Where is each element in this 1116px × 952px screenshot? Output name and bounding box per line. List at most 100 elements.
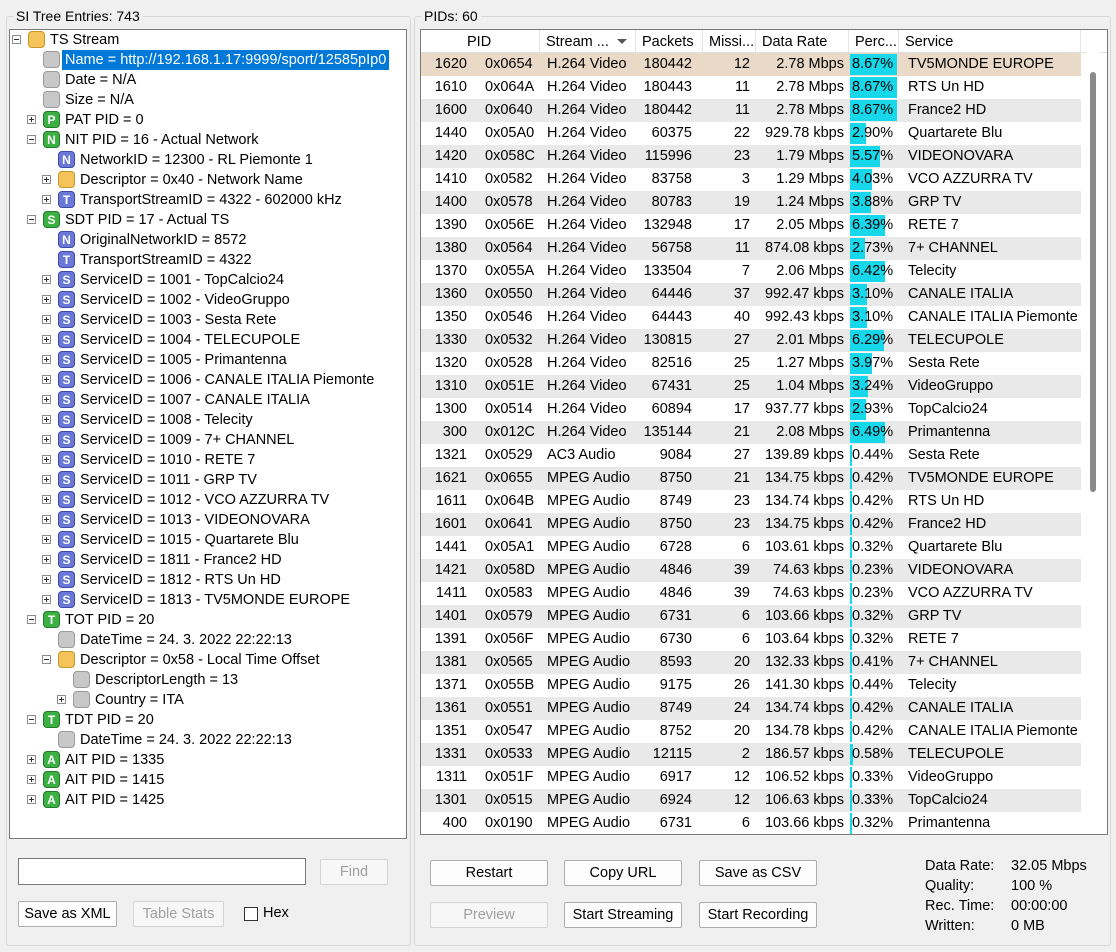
preview-button[interactable]: Preview: [430, 902, 548, 928]
pid-row[interactable]: 1380 0x0564 H.264 Video 56758 11 874.08 kbps 7…: [421, 237, 1081, 260]
expand-icon[interactable]: [42, 375, 51, 384]
pid-grid[interactable]: PID Stream ... Packets Missi... Data Rate Per…: [420, 29, 1108, 835]
pid-row[interactable]: 1611 0x064B MPEG Audio 8749 23 134.74 kbps RTS…: [421, 490, 1081, 513]
expand-icon[interactable]: [42, 355, 51, 364]
expand-icon[interactable]: [57, 695, 66, 704]
expand-icon[interactable]: [42, 535, 51, 544]
pid-row[interactable]: 1400 0x0578 H.264 Video 80783 19 1.24 Mbps GRP…: [421, 191, 1081, 214]
tree-node[interactable]: T TDT PID = 20: [10, 710, 406, 730]
tree-node[interactable]: T TransportStreamID = 4322 - 602000 kHz: [10, 190, 406, 210]
tree-node[interactable]: S ServiceID = 1012 - VCO AZZURRA TV: [10, 490, 406, 510]
tree-node[interactable]: DescriptorLength = 13: [10, 670, 406, 690]
tree-node[interactable]: N NetworkID = 12300 - RL Piemonte 1: [10, 150, 406, 170]
grid-scrollbar-thumb[interactable]: [1090, 72, 1096, 492]
pid-row[interactable]: 1301 0x0515 MPEG Audio 6924 12 106.63 kbps Top…: [421, 789, 1081, 812]
tree-node[interactable]: S ServiceID = 1005 - Primantenna: [10, 350, 406, 370]
expand-icon[interactable]: [42, 195, 51, 204]
col-service-header[interactable]: Service: [899, 30, 1081, 53]
tree-node[interactable]: S ServiceID = 1006 - CANALE ITALIA Piemon…: [10, 370, 406, 390]
pid-row[interactable]: 1610 0x064A H.264 Video 180443 11 2.78 Mbps RT…: [421, 76, 1081, 99]
save-as-xml-button[interactable]: Save as XML: [18, 901, 117, 927]
expand-icon[interactable]: [42, 575, 51, 584]
expand-icon[interactable]: [42, 315, 51, 324]
tree-node[interactable]: T TOT PID = 20: [10, 610, 406, 630]
tree-node[interactable]: S ServiceID = 1813 - TV5MONDE EUROPE: [10, 590, 406, 610]
start-streaming-button[interactable]: Start Streaming: [564, 902, 682, 928]
expand-icon[interactable]: [42, 475, 51, 484]
pid-row[interactable]: 1440 0x05A0 H.264 Video 60375 22 929.78 kbps Q…: [421, 122, 1081, 145]
expand-icon[interactable]: [27, 795, 36, 804]
pid-row[interactable]: 1361 0x0551 MPEG Audio 8749 24 134.74 kbps CAN…: [421, 697, 1081, 720]
col-data-rate-header[interactable]: Data Rate: [756, 30, 849, 53]
expand-icon[interactable]: [42, 455, 51, 464]
expand-icon[interactable]: [42, 555, 51, 564]
tree-node[interactable]: S SDT PID = 17 - Actual TS: [10, 210, 406, 230]
pid-row[interactable]: 1420 0x058C H.264 Video 115996 23 1.79 Mbps VI…: [421, 145, 1081, 168]
tree-node[interactable]: TS Stream: [10, 30, 406, 50]
save-as-csv-button[interactable]: Save as CSV: [699, 860, 817, 886]
collapse-icon[interactable]: [42, 655, 51, 664]
tree-node[interactable]: S ServiceID = 1007 - CANALE ITALIA: [10, 390, 406, 410]
pid-row[interactable]: 1370 0x055A H.264 Video 133504 7 2.06 Mbps Tel…: [421, 260, 1081, 283]
col-percent-header[interactable]: Perc...: [849, 30, 899, 53]
expand-icon[interactable]: [42, 415, 51, 424]
start-recording-button[interactable]: Start Recording: [699, 902, 817, 928]
find-input[interactable]: [18, 858, 306, 885]
collapse-icon[interactable]: [27, 215, 36, 224]
expand-icon[interactable]: [42, 395, 51, 404]
pid-row[interactable]: 1350 0x0546 H.264 Video 64443 40 992.43 kbps C…: [421, 306, 1081, 329]
tree-node[interactable]: S ServiceID = 1013 - VIDEONOVARA: [10, 510, 406, 530]
find-button[interactable]: Find: [320, 859, 388, 885]
table-stats-button[interactable]: Table Stats: [133, 901, 224, 927]
collapse-icon[interactable]: [27, 615, 36, 624]
tree-node[interactable]: S ServiceID = 1812 - RTS Un HD: [10, 570, 406, 590]
pid-row[interactable]: 1391 0x056F MPEG Audio 6730 6 103.64 kbps RETE…: [421, 628, 1081, 651]
hex-checkbox[interactable]: [244, 907, 258, 921]
expand-icon[interactable]: [42, 275, 51, 284]
expand-icon[interactable]: [42, 595, 51, 604]
tree-node[interactable]: N OriginalNetworkID = 8572: [10, 230, 406, 250]
tree-node[interactable]: S ServiceID = 1009 - 7+ CHANNEL: [10, 430, 406, 450]
pid-row[interactable]: 1351 0x0547 MPEG Audio 8752 20 134.78 kbps CAN…: [421, 720, 1081, 743]
expand-icon[interactable]: [42, 515, 51, 524]
col-packets-header[interactable]: Packets: [636, 30, 703, 53]
col-missing-header[interactable]: Missi...: [703, 30, 756, 53]
tree-node[interactable]: S ServiceID = 1811 - France2 HD: [10, 550, 406, 570]
pid-row[interactable]: 300 0x012C H.264 Video 135144 21 2.08 Mbps Pri…: [421, 421, 1081, 444]
tree-node[interactable]: S ServiceID = 1001 - TopCalcio24: [10, 270, 406, 290]
tree-node[interactable]: N NIT PID = 16 - Actual Network: [10, 130, 406, 150]
tree-node[interactable]: Size = N/A: [10, 90, 406, 110]
expand-icon[interactable]: [42, 175, 51, 184]
pid-row[interactable]: 1401 0x0579 MPEG Audio 6731 6 103.66 kbps GRP …: [421, 605, 1081, 628]
collapse-icon[interactable]: [12, 35, 21, 44]
expand-icon[interactable]: [42, 495, 51, 504]
tree-node[interactable]: S ServiceID = 1004 - TELECUPOLE: [10, 330, 406, 350]
pid-row[interactable]: 1410 0x0582 H.264 Video 83758 3 1.29 Mbps VCO …: [421, 168, 1081, 191]
tree-node[interactable]: Descriptor = 0x58 - Local Time Offset: [10, 650, 406, 670]
copy-url-button[interactable]: Copy URL: [564, 860, 682, 886]
tree-node[interactable]: DateTime = 24. 3. 2022 22:22:13: [10, 730, 406, 750]
expand-icon[interactable]: [27, 115, 36, 124]
tree-node[interactable]: S ServiceID = 1008 - Telecity: [10, 410, 406, 430]
tree-node[interactable]: A AIT PID = 1425: [10, 790, 406, 810]
pid-row[interactable]: 400 0x0190 MPEG Audio 6731 6 103.66 kbps Prima…: [421, 812, 1081, 834]
pid-row[interactable]: 1421 0x058D MPEG Audio 4846 39 74.63 kbps VIDE…: [421, 559, 1081, 582]
pid-row[interactable]: 1621 0x0655 MPEG Audio 8750 21 134.75 kbps TV5…: [421, 467, 1081, 490]
expand-icon[interactable]: [27, 775, 36, 784]
expand-icon[interactable]: [27, 755, 36, 764]
pid-row[interactable]: 1320 0x0528 H.264 Video 82516 25 1.27 Mbps Ses…: [421, 352, 1081, 375]
restart-button[interactable]: Restart: [430, 860, 548, 886]
si-tree[interactable]: TS Stream Name = http://192.168.1.17:9999…: [9, 29, 407, 839]
pid-row[interactable]: 1300 0x0514 H.264 Video 60894 17 937.77 kbps T…: [421, 398, 1081, 421]
pid-row[interactable]: 1371 0x055B MPEG Audio 9175 26 141.30 kbps Tel…: [421, 674, 1081, 697]
pid-row[interactable]: 1441 0x05A1 MPEG Audio 6728 6 103.61 kbps Quar…: [421, 536, 1081, 559]
pid-row[interactable]: 1321 0x0529 AC3 Audio 9084 27 139.89 kbps Sest…: [421, 444, 1081, 467]
pid-row[interactable]: 1310 0x051E H.264 Video 67431 25 1.04 Mbps Vid…: [421, 375, 1081, 398]
pid-row[interactable]: 1381 0x0565 MPEG Audio 8593 20 132.33 kbps 7+ …: [421, 651, 1081, 674]
tree-node[interactable]: DateTime = 24. 3. 2022 22:22:13: [10, 630, 406, 650]
tree-node[interactable]: Name = http://192.168.1.17:9999/sport/12…: [10, 50, 406, 70]
pid-row[interactable]: 1360 0x0550 H.264 Video 64446 37 992.47 kbps C…: [421, 283, 1081, 306]
expand-icon[interactable]: [42, 435, 51, 444]
tree-node[interactable]: S ServiceID = 1003 - Sesta Rete: [10, 310, 406, 330]
collapse-icon[interactable]: [27, 135, 36, 144]
